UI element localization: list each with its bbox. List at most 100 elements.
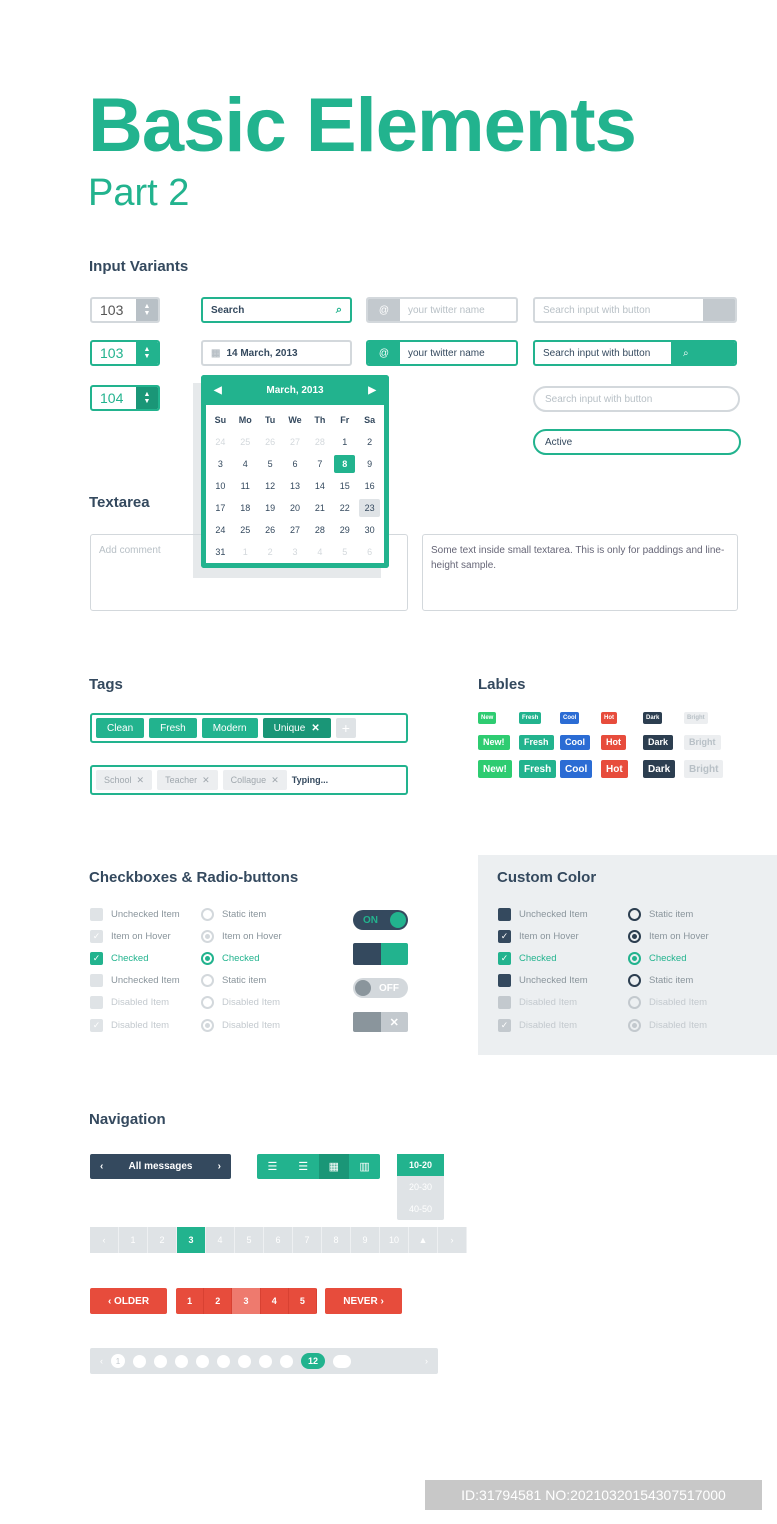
sample-textarea[interactable]: Some text inside small textarea. This is… xyxy=(422,534,738,611)
column-view-icon[interactable]: ▥ xyxy=(349,1154,380,1179)
page-button[interactable]: 3 xyxy=(177,1227,206,1253)
checkbox-checked-icon[interactable]: ✓ xyxy=(90,1018,103,1032)
page-dot[interactable] xyxy=(217,1354,230,1368)
checkbox-item[interactable]: ✓ Item on Hover xyxy=(498,929,579,943)
radio-item[interactable]: Checked xyxy=(201,951,260,965)
page-dot-active[interactable]: 12 xyxy=(301,1353,325,1369)
calendar-day[interactable]: 29 xyxy=(334,521,355,539)
checkbox-icon[interactable] xyxy=(498,973,511,987)
search-icon[interactable]: ⌕ xyxy=(336,304,342,317)
checkbox-item[interactable]: Unchecked Item xyxy=(498,907,588,921)
page-button[interactable]: 1 xyxy=(119,1227,148,1253)
radio-item[interactable]: Item on Hover xyxy=(201,929,282,943)
page-button[interactable]: 6 xyxy=(264,1227,293,1253)
radio-item[interactable]: Static item xyxy=(628,973,693,987)
page-dot[interactable] xyxy=(154,1354,167,1368)
page-button[interactable]: 7 xyxy=(293,1227,322,1253)
number-stepper-active[interactable]: 104 ▲ ▼ xyxy=(90,385,160,411)
calendar-day[interactable]: 17 xyxy=(210,499,231,517)
calendar-day[interactable]: 26 xyxy=(260,521,281,539)
tags-input-typing[interactable]: School ✕ Teacher ✕ Collague ✕ Typing... xyxy=(90,765,408,795)
close-icon[interactable]: ✕ xyxy=(137,775,145,786)
stepper-arrows-icon[interactable]: ▲ ▼ xyxy=(136,387,158,409)
toggle-off[interactable]: OFF xyxy=(353,978,408,998)
grid-view-icon[interactable]: ▦ xyxy=(318,1154,350,1179)
radio-item[interactable]: Disabled Item xyxy=(628,995,707,1009)
compact-list-icon[interactable]: ☰ xyxy=(288,1154,319,1179)
calendar-day[interactable]: 21 xyxy=(309,499,330,517)
number-stepper-hover[interactable]: 103 ▲ ▼ xyxy=(90,340,160,366)
search-button[interactable] xyxy=(703,299,735,321)
page-dot[interactable] xyxy=(259,1354,272,1368)
checkbox-item[interactable]: ✓ Checked xyxy=(498,951,557,965)
radio-icon[interactable] xyxy=(201,995,214,1009)
twitter-input-focused[interactable]: @ your twitter name xyxy=(366,340,518,366)
rounded-search-input[interactable]: Search input with button xyxy=(533,386,740,412)
checkbox-icon[interactable] xyxy=(498,907,511,921)
page-button[interactable]: 4 xyxy=(260,1288,289,1314)
radio-icon[interactable] xyxy=(628,907,641,921)
calendar-day[interactable]: 23 xyxy=(359,499,380,517)
older-button[interactable]: ‹ OLDER xyxy=(90,1288,167,1314)
page-dot[interactable] xyxy=(133,1354,146,1368)
page-button[interactable]: 9 xyxy=(351,1227,380,1253)
next-month-icon[interactable]: ▶ xyxy=(368,385,376,396)
calendar-day[interactable]: 27 xyxy=(285,521,306,539)
calendar-day[interactable]: 1 xyxy=(334,433,355,451)
radio-icon[interactable] xyxy=(628,973,641,987)
calendar-day[interactable]: 5 xyxy=(334,543,355,561)
tags-input[interactable]: Clean Fresh Modern Unique ✕ + xyxy=(90,713,408,743)
calendar-day[interactable]: 3 xyxy=(210,455,231,473)
chevron-right-icon[interactable]: › xyxy=(425,1356,428,1366)
calendar-day[interactable]: 25 xyxy=(235,433,256,451)
search-with-button[interactable]: Search input with button xyxy=(533,297,737,323)
calendar-day[interactable]: 4 xyxy=(309,543,330,561)
calendar-day[interactable]: 12 xyxy=(260,477,281,495)
calendar-day[interactable]: 16 xyxy=(359,477,380,495)
calendar-day[interactable]: 25 xyxy=(235,521,256,539)
tag[interactable]: Unique ✕ xyxy=(262,718,331,738)
radio-icon[interactable] xyxy=(628,995,641,1009)
calendar-day[interactable]: 2 xyxy=(260,543,281,561)
newer-button[interactable]: NEVER › xyxy=(325,1288,402,1314)
checkbox-item[interactable]: Disabled Item xyxy=(498,995,577,1009)
close-icon[interactable]: ✕ xyxy=(271,775,279,786)
calendar-day[interactable]: 20 xyxy=(285,499,306,517)
chevron-right-icon[interactable]: › xyxy=(438,1227,467,1253)
checkbox-checked-icon[interactable]: ✓ xyxy=(90,951,103,965)
calendar-day[interactable]: 27 xyxy=(285,433,306,451)
calendar-day[interactable]: 10 xyxy=(210,477,231,495)
tag[interactable]: Clean xyxy=(96,718,145,738)
radio-selected-icon[interactable] xyxy=(628,951,641,965)
chevron-right-icon[interactable]: › xyxy=(218,1161,221,1172)
prev-month-icon[interactable]: ◀ xyxy=(214,385,222,396)
checkbox-item[interactable]: Unchecked Item xyxy=(90,973,180,987)
radio-selected-icon[interactable] xyxy=(201,951,214,965)
close-icon[interactable]: ✕ xyxy=(202,775,210,786)
page-button[interactable]: 8 xyxy=(322,1227,351,1253)
calendar-day[interactable]: 6 xyxy=(359,543,380,561)
checkbox-item[interactable]: Unchecked Item xyxy=(90,907,180,921)
tag[interactable]: School ✕ xyxy=(96,770,153,790)
calendar-day[interactable]: 13 xyxy=(285,477,306,495)
toggle-square-off[interactable]: ✕ xyxy=(353,1012,408,1032)
toggle-on[interactable]: ON xyxy=(353,910,408,930)
calendar-day[interactable]: 28 xyxy=(309,433,330,451)
radio-item[interactable]: Disabled Item xyxy=(628,1018,707,1032)
page-button[interactable]: 1 xyxy=(176,1288,205,1314)
twitter-input[interactable]: @ your twitter name xyxy=(366,297,518,323)
page-button[interactable]: 5 xyxy=(288,1288,317,1314)
page-dot[interactable] xyxy=(238,1354,251,1368)
close-icon[interactable]: ✕ xyxy=(311,723,319,734)
view-switcher[interactable]: ☰ ☰ ▦ ▥ xyxy=(257,1154,380,1179)
radio-item[interactable]: Disabled Item xyxy=(201,1018,280,1032)
calendar-day[interactable]: 9 xyxy=(359,455,380,473)
page-dot[interactable] xyxy=(196,1354,209,1368)
calendar-day[interactable]: 26 xyxy=(260,433,281,451)
chevron-left-icon[interactable]: ‹ xyxy=(100,1161,103,1172)
page-button[interactable]: 4 xyxy=(206,1227,235,1253)
checkbox-checked-icon[interactable]: ✓ xyxy=(498,951,511,965)
checkbox-icon[interactable] xyxy=(498,995,511,1009)
checkbox-icon[interactable] xyxy=(90,973,103,987)
page-button[interactable]: 2 xyxy=(204,1288,233,1314)
